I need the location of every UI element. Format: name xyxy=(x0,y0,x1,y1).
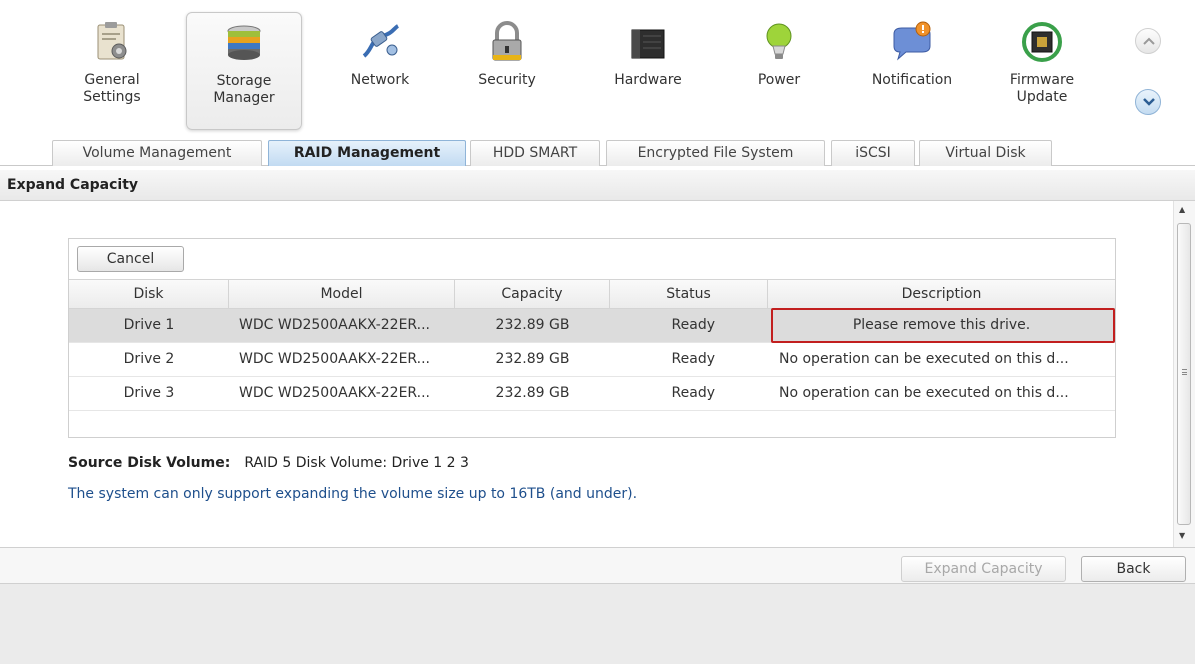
bottom-empty-area xyxy=(0,584,1195,664)
toolbar-security[interactable]: Security xyxy=(447,12,567,130)
toolbar-label: Storage Manager xyxy=(213,73,275,106)
chevron-down-icon xyxy=(1143,98,1155,106)
table-header: Disk Model Capacity Status Description xyxy=(69,279,1115,309)
toolbar-firmware-update[interactable]: Firmware Update xyxy=(982,12,1102,130)
toolbar-general-settings[interactable]: General Settings xyxy=(52,12,172,130)
column-header-description[interactable]: Description xyxy=(768,280,1115,308)
toolbar-label: General Settings xyxy=(83,72,141,105)
padlock-icon xyxy=(485,20,529,64)
tab-raid-management[interactable]: RAID Management xyxy=(268,140,466,166)
toolbar-label: Security xyxy=(478,72,536,88)
column-header-capacity[interactable]: Capacity xyxy=(455,280,610,308)
top-toolbar: General Settings Storage Manager Network xyxy=(0,0,1195,140)
cancel-button[interactable]: Cancel xyxy=(77,246,184,272)
chevron-up-icon xyxy=(1143,37,1155,45)
disk-selection-panel: Cancel Disk Model Capacity Status Descri… xyxy=(68,238,1116,438)
cell-description: No operation can be executed on this d..… xyxy=(779,351,1069,367)
cell-disk: Drive 2 xyxy=(123,351,175,367)
cell-description: No operation can be executed on this d..… xyxy=(779,385,1069,401)
source-disk-volume: Source Disk Volume: RAID 5 Disk Volume: D… xyxy=(68,455,469,471)
cell-model: WDC WD2500AAKX-22ER... xyxy=(239,317,431,333)
scrollbar-thumb[interactable] xyxy=(1177,223,1191,525)
column-header-status[interactable]: Status xyxy=(610,280,768,308)
toolbar-hardware[interactable]: Hardware xyxy=(588,12,708,130)
network-plug-icon xyxy=(358,20,402,64)
table-row[interactable]: Drive 2 WDC WD2500AAKX-22ER... 232.89 GB… xyxy=(69,343,1115,377)
cell-model: WDC WD2500AAKX-22ER... xyxy=(239,385,431,401)
source-disk-volume-value: RAID 5 Disk Volume: Drive 1 2 3 xyxy=(244,455,469,471)
tab-hdd-smart[interactable]: HDD SMART xyxy=(470,140,600,166)
toolbar-label: Notification xyxy=(871,72,953,88)
toolbar-label: Firmware Update xyxy=(1009,72,1075,105)
scroll-arrow-up-icon[interactable]: ▲ xyxy=(1179,205,1185,214)
toolbar-label: Network xyxy=(350,72,410,88)
lightbulb-icon xyxy=(757,20,801,64)
chip-refresh-icon xyxy=(1020,20,1064,64)
action-footer: Expand Capacity Back xyxy=(0,547,1195,584)
toolbar-power[interactable]: Power xyxy=(719,12,839,130)
column-header-disk[interactable]: Disk xyxy=(69,280,229,308)
toolbar-notification[interactable]: Notification xyxy=(852,12,972,130)
toolbar-label: Power xyxy=(757,72,801,88)
cell-model: WDC WD2500AAKX-22ER... xyxy=(239,351,431,367)
disk-stack-icon xyxy=(222,21,266,65)
section-title: Expand Capacity xyxy=(0,170,1195,201)
toolbar-storage-manager[interactable]: Storage Manager xyxy=(186,12,302,130)
toolbar-label: Hardware xyxy=(614,72,682,88)
cell-capacity: 232.89 GB xyxy=(495,385,570,401)
cell-disk: Drive 1 xyxy=(123,317,175,333)
grip-icon xyxy=(1182,369,1187,375)
tab-iscsi[interactable]: iSCSI xyxy=(831,140,915,166)
column-header-model[interactable]: Model xyxy=(229,280,455,308)
speech-bubble-alert-icon xyxy=(890,20,934,64)
scroll-up-button[interactable] xyxy=(1135,28,1161,54)
cell-disk: Drive 3 xyxy=(123,385,175,401)
toolbar-network[interactable]: Network xyxy=(320,12,440,130)
cell-capacity: 232.89 GB xyxy=(495,317,570,333)
tab-virtual-disk[interactable]: Virtual Disk xyxy=(919,140,1052,166)
capacity-limit-note: The system can only support expanding th… xyxy=(68,486,638,502)
tab-volume-management[interactable]: Volume Management xyxy=(52,140,262,166)
cell-status: Ready xyxy=(671,317,715,333)
cell-capacity: 232.89 GB xyxy=(495,351,570,367)
table-row[interactable]: Drive 3 WDC WD2500AAKX-22ER... 232.89 GB… xyxy=(69,377,1115,411)
source-disk-volume-label: Source Disk Volume: xyxy=(68,455,231,471)
scroll-arrow-down-icon[interactable]: ▼ xyxy=(1179,531,1185,540)
tab-bar: Volume Management RAID Management HDD SM… xyxy=(0,140,1195,166)
cell-status: Ready xyxy=(671,385,715,401)
expand-capacity-content: Cancel Disk Model Capacity Status Descri… xyxy=(0,201,1173,547)
tab-encrypted-file-system[interactable]: Encrypted File System xyxy=(606,140,825,166)
scroll-down-button[interactable] xyxy=(1135,89,1161,115)
description-highlight-box xyxy=(771,308,1115,343)
vertical-scrollbar[interactable]: ▲ ▼ xyxy=(1173,201,1195,547)
expand-capacity-button[interactable]: Expand Capacity xyxy=(901,556,1066,582)
clipboard-gear-icon xyxy=(90,20,134,64)
back-button[interactable]: Back xyxy=(1081,556,1186,582)
nas-box-icon xyxy=(626,20,670,64)
cell-status: Ready xyxy=(671,351,715,367)
